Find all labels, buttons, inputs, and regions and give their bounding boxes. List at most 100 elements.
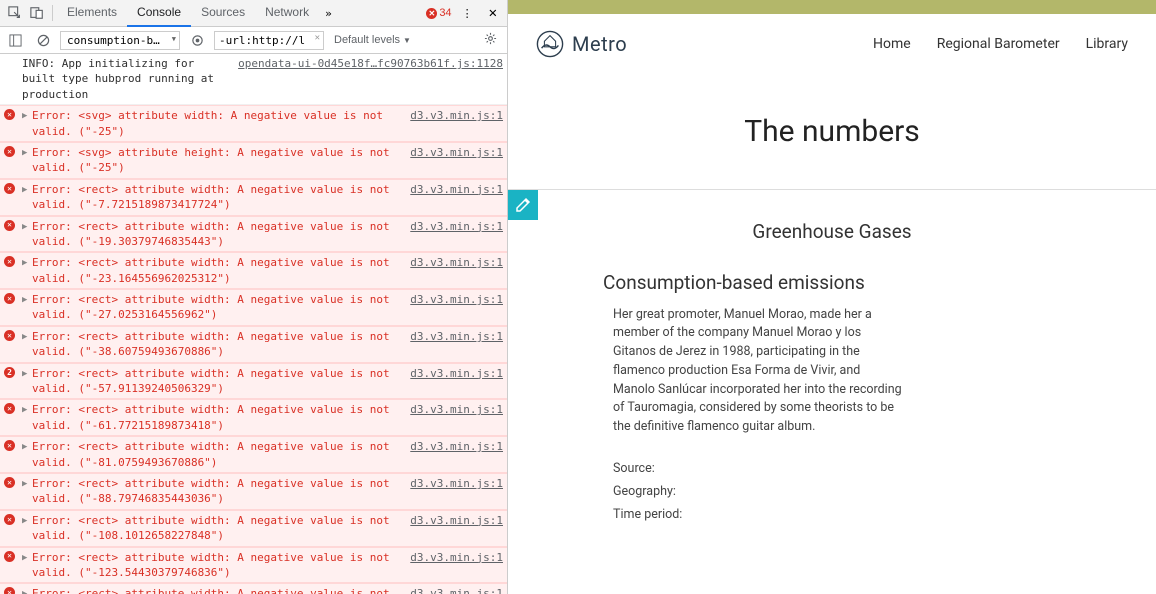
message-source-link[interactable]: d3.v3.min.js:1 [410, 145, 503, 176]
message-text: Error: <rect> attribute width: A negativ… [22, 402, 402, 433]
metadata-list: Source: Geography: Time period: [603, 461, 903, 522]
console-toolbar: consumption-based… Default levels ▼ [0, 27, 507, 54]
devtools-tab-network[interactable]: Network [255, 0, 319, 27]
console-messages[interactable]: INFO: App initializing for built type hu… [0, 54, 507, 594]
message-text: Error: <svg> attribute height: A negativ… [22, 145, 402, 176]
error-icon: ✕ [426, 8, 437, 19]
nav-item-library[interactable]: Library [1086, 36, 1128, 52]
message-text: Error: <rect> attribute width: A negativ… [22, 182, 402, 213]
message-source-link[interactable]: d3.v3.min.js:1 [410, 255, 503, 286]
devtools-menu-icon[interactable]: ⋮ [456, 7, 479, 20]
error-icon: ✕ [4, 109, 16, 121]
meta-row: Geography: [613, 484, 903, 499]
console-message[interactable]: ✕▶Error: <rect> attribute width: A negat… [0, 547, 507, 584]
console-message[interactable]: ✕ ▶Error: <rect> attribute width: A negat… [0, 179, 507, 216]
brand-logo[interactable]: Metro [536, 30, 627, 58]
expand-caret-icon[interactable]: ▶ [22, 368, 27, 381]
expand-caret-icon[interactable]: ▶ [22, 478, 27, 491]
expand-caret-icon[interactable]: ▶ [22, 221, 27, 234]
error-icon: ✕ [4, 587, 16, 594]
message-source-link[interactable]: d3.v3.min.js:1 [410, 182, 503, 213]
error-icon: ✕ [4, 330, 16, 342]
message-text: Error: <rect> attribute width: A negativ… [22, 255, 402, 286]
toggle-sidebar-icon[interactable] [8, 33, 22, 47]
device-toggle-icon[interactable] [30, 6, 44, 20]
page-content: The numbers Greenhouse Gases Consumption… [508, 74, 1156, 550]
devtools-tab-elements[interactable]: Elements [57, 0, 127, 27]
console-message[interactable]: ✕▶Error: <rect> attribute width: A negat… [0, 252, 507, 289]
message-source-link[interactable]: d3.v3.min.js:1 [410, 402, 503, 433]
message-source-link[interactable]: d3.v3.min.js:1 [410, 439, 503, 470]
nav-item-regional-barometer[interactable]: Regional Barometer [937, 36, 1060, 52]
edit-button[interactable] [508, 190, 538, 220]
error-count-badge[interactable]: ✕ 34 [426, 7, 451, 19]
meta-row: Source: [613, 461, 903, 476]
expand-caret-icon[interactable]: ▶ [22, 147, 27, 160]
block-heading: Consumption-based emissions [603, 271, 903, 296]
expand-caret-icon[interactable]: ▶ [22, 110, 27, 123]
message-source-link[interactable]: opendata-ui-0d45e18f…fc90763b61f.js:1128 [238, 56, 503, 102]
expand-caret-icon[interactable]: ▶ [22, 552, 27, 565]
console-message[interactable]: ✕ ▶Error: <svg> attribute height: A negat… [0, 142, 507, 179]
message-source-link[interactable]: d3.v3.min.js:1 [410, 550, 503, 581]
brand-name: Metro [572, 32, 627, 56]
error-icon: ✕ [4, 551, 16, 563]
console-settings-icon[interactable] [478, 32, 503, 48]
devtools-tab-console[interactable]: Console [127, 0, 191, 27]
message-text: Error: <rect> attribute width: A negativ… [22, 476, 402, 507]
page-title: The numbers [528, 114, 1136, 149]
expand-caret-icon[interactable]: ▶ [22, 515, 27, 528]
error-icon: ✕ [4, 146, 16, 158]
console-message[interactable]: ✕ ▶Error: <rect> attribute width: A negat… [0, 399, 507, 436]
message-source-link[interactable]: d3.v3.min.js:1 [410, 366, 503, 397]
expand-caret-icon[interactable]: ▶ [22, 331, 27, 344]
message-source-link[interactable]: d3.v3.min.js:1 [410, 476, 503, 507]
expand-caret-icon[interactable]: ▶ [22, 257, 27, 270]
console-message[interactable]: ✕▶Error: <rect> attribute width: A negat… [0, 289, 507, 326]
nav-item-home[interactable]: Home [873, 36, 911, 52]
console-message[interactable]: INFO: App initializing for built type hu… [0, 54, 507, 105]
error-icon: ✕ [4, 477, 16, 489]
clear-console-icon[interactable] [36, 33, 50, 47]
filter-input[interactable] [214, 31, 324, 50]
expand-caret-icon[interactable]: ▶ [22, 404, 27, 417]
console-message[interactable]: ✕▶Error: <rect> attribute width: A negat… [0, 583, 507, 594]
divider [508, 189, 1156, 190]
expand-caret-icon[interactable]: ▶ [22, 441, 27, 454]
error-icon: ✕ [4, 183, 16, 195]
expand-caret-icon[interactable]: ▶ [22, 184, 27, 197]
console-message[interactable]: ✕▶Error: <rect> attribute width: A negat… [0, 216, 507, 253]
console-message[interactable]: 2▶Error: <rect> attribute width: A negat… [0, 363, 507, 400]
live-expression-icon[interactable] [190, 33, 204, 47]
meta-row: Time period: [613, 507, 903, 522]
devtools-tab-sources[interactable]: Sources [191, 0, 255, 27]
log-levels-selector[interactable]: Default levels ▼ [330, 32, 415, 48]
error-icon: ✕ [4, 514, 16, 526]
accent-bar [508, 0, 1156, 14]
message-source-link[interactable]: d3.v3.min.js:1 [410, 513, 503, 544]
console-message[interactable]: ✕▶Error: <rect> attribute width: A negat… [0, 510, 507, 547]
message-source-link[interactable]: d3.v3.min.js:1 [410, 586, 503, 594]
webpage-viewport[interactable]: Metro Home Regional Barometer Library The … [508, 0, 1156, 594]
inspect-element-icon[interactable] [8, 6, 22, 20]
expand-caret-icon[interactable]: ▶ [22, 588, 27, 594]
console-message[interactable]: ✕ ▶Error: <rect> attribute width: A negat… [0, 326, 507, 363]
block-text: Her great promoter, Manuel Morao, made h… [603, 306, 903, 437]
error-icon: ✕ [4, 440, 16, 452]
devtools-tab-bar: ElementsConsoleSourcesNetwork » ✕ 34 ⋮ ✕ [0, 0, 507, 27]
message-source-link[interactable]: d3.v3.min.js:1 [410, 108, 503, 139]
more-tabs-icon[interactable]: » [319, 7, 338, 20]
message-text: Error: <rect> attribute width: A negativ… [22, 219, 402, 250]
console-message[interactable]: ✕ ▶Error: <rect> attribute width: A negat… [0, 473, 507, 510]
message-source-link[interactable]: d3.v3.min.js:1 [410, 329, 503, 360]
message-text: Error: <rect> attribute width: A negativ… [22, 329, 402, 360]
pencil-icon [515, 197, 531, 213]
console-message[interactable]: ✕▶Error: <svg> attribute width: A negati… [0, 105, 507, 142]
message-source-link[interactable]: d3.v3.min.js:1 [410, 292, 503, 323]
message-source-link[interactable]: d3.v3.min.js:1 [410, 219, 503, 250]
error-icon: ✕ [4, 403, 16, 415]
expand-caret-icon[interactable]: ▶ [22, 294, 27, 307]
context-selector[interactable]: consumption-based… [60, 31, 180, 50]
console-message[interactable]: ✕▶Error: <rect> attribute width: A negat… [0, 436, 507, 473]
devtools-close-icon[interactable]: ✕ [483, 5, 503, 21]
